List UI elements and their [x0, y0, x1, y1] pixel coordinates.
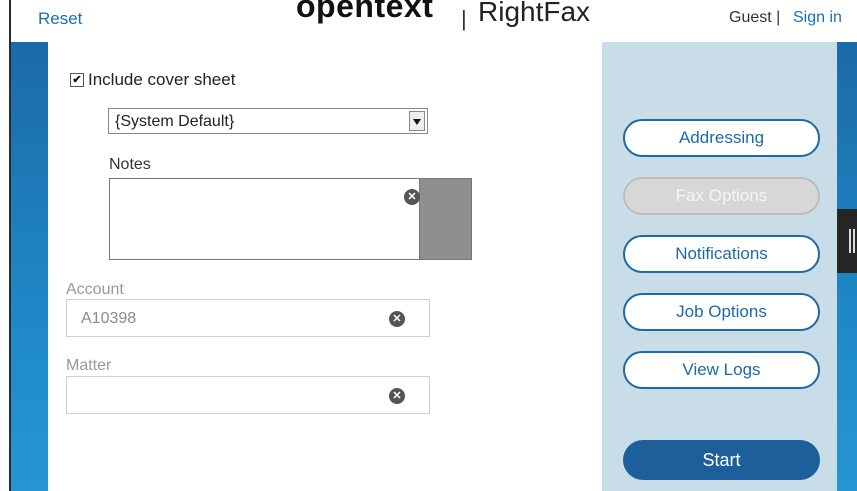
signin-link[interactable]: Sign in [793, 9, 842, 27]
left-gradient-bar [11, 42, 48, 491]
cover-template-select[interactable]: {System Default} [108, 108, 428, 134]
panel-drag-handle[interactable] [837, 209, 857, 273]
user-status: Guest | [729, 9, 780, 27]
include-cover-label: Include cover sheet [88, 70, 236, 89]
view-logs-button[interactable]: View Logs [623, 351, 820, 389]
clear-matter-icon[interactable]: ✕ [389, 388, 405, 404]
chevron-down-icon[interactable] [409, 111, 425, 131]
notes-label: Notes [109, 156, 151, 173]
header: Reset opentext | RightFax Guest | Sign i… [11, 0, 857, 42]
notes-scrollbar[interactable] [420, 178, 472, 260]
fax-options-button: Fax Options [623, 177, 820, 215]
clear-account-icon[interactable]: ✕ [389, 311, 405, 327]
include-cover-checkbox[interactable]: ✔ [70, 73, 84, 87]
account-label: Account [66, 281, 124, 298]
addressing-button[interactable]: Addressing [623, 119, 820, 157]
notes-textarea[interactable] [109, 178, 420, 260]
brand-logo: opentext [296, 0, 434, 24]
cover-template-value: {System Default} [115, 113, 235, 130]
product-name: RightFax [478, 0, 591, 27]
matter-field[interactable] [66, 376, 430, 414]
account-field[interactable]: A10398 [66, 299, 430, 337]
notifications-button[interactable]: Notifications [623, 235, 820, 273]
device-bezel [0, 0, 11, 491]
user-name: Guest [729, 9, 772, 26]
clear-notes-icon[interactable]: ✕ [404, 189, 420, 205]
account-value: A10398 [81, 310, 137, 327]
brand-separator: | [461, 6, 467, 31]
start-button[interactable]: Start [623, 440, 820, 480]
cover-sheet-row: ✔ Include cover sheet [70, 70, 235, 90]
reset-link[interactable]: Reset [38, 9, 82, 29]
job-options-button[interactable]: Job Options [623, 293, 820, 331]
user-separator: | [776, 9, 781, 26]
matter-label: Matter [66, 357, 112, 374]
